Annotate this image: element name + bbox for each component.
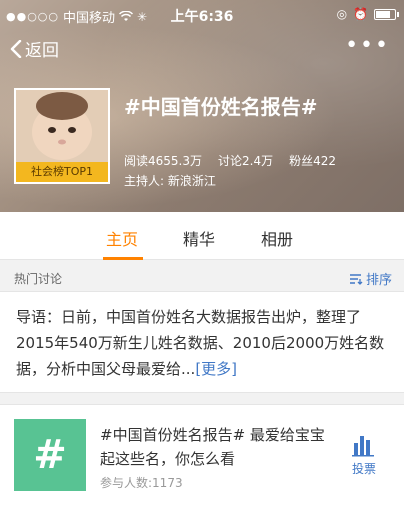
sort-icon [349, 273, 363, 285]
more-link[interactable]: [更多] [195, 360, 237, 378]
vote-label: 投票 [351, 462, 376, 476]
active-tab-indicator [103, 257, 143, 260]
discussions-count: 讨论2.4万 [218, 154, 274, 168]
tab-album[interactable]: 相册 [261, 226, 293, 250]
section-title: 热门讨论 [14, 272, 63, 286]
reads-count: 阅读4655.3万 [124, 154, 202, 168]
more-menu-button[interactable]: ••• [345, 35, 390, 57]
back-button[interactable]: 返回 [10, 36, 59, 61]
fans-count: 粉丝422 [289, 154, 336, 168]
alarm-icon: ⏰ [353, 7, 368, 21]
host-info[interactable]: 主持人: 新浪浙江 [124, 172, 216, 189]
status-bar: ●●○○○ 中国移动 ✳ 上午6:36 ◎ ⏰ [0, 0, 404, 30]
topic-tabs: 主页 精华 相册 [0, 212, 404, 260]
sort-label: 排序 [365, 273, 392, 288]
baby-photo [16, 90, 108, 162]
participants-count: 参与人数:1173 [100, 476, 183, 490]
nav-bar: 返回 ••• [0, 30, 404, 70]
topic-title: #中国首份姓名报告# [124, 95, 318, 119]
back-label: 返回 [25, 41, 59, 61]
vote-button[interactable]: 投票 [344, 433, 384, 477]
topic-stats: 阅读4655.3万 讨论2.4万 粉丝422 [124, 152, 336, 169]
rotation-lock-icon: ◎ [336, 7, 348, 21]
rank-badge: 社会榜TOP1 [16, 162, 108, 182]
battery-icon [374, 8, 399, 20]
section-header: 热门讨论 排序 [0, 262, 404, 292]
chevron-left-icon [10, 39, 22, 58]
topic-intro: 导语：日前，中国首份姓名大数据报告出炉，整理了2015年540万新生儿姓名数据、… [0, 292, 404, 393]
poll-card[interactable]: # #中国首份姓名报告# 最爱给宝宝起这些名，你怎么看 参与人数:1173 投票 [0, 404, 404, 510]
topic-avatar: 社会榜TOP1 [14, 88, 110, 184]
topic-header: ●●○○○ 中国移动 ✳ 上午6:36 ◎ ⏰ 返回 ••• 社会榜TOP1 #… [0, 0, 404, 212]
poll-title: #中国首份姓名报告# 最爱给宝宝起这些名，你怎么看 [100, 426, 325, 468]
hashtag-thumb-icon: # [14, 419, 86, 491]
tab-home[interactable]: 主页 [106, 226, 138, 250]
tab-featured[interactable]: 精华 [183, 226, 215, 250]
bar-chart-icon [352, 436, 374, 457]
sort-button[interactable]: 排序 [349, 269, 392, 288]
